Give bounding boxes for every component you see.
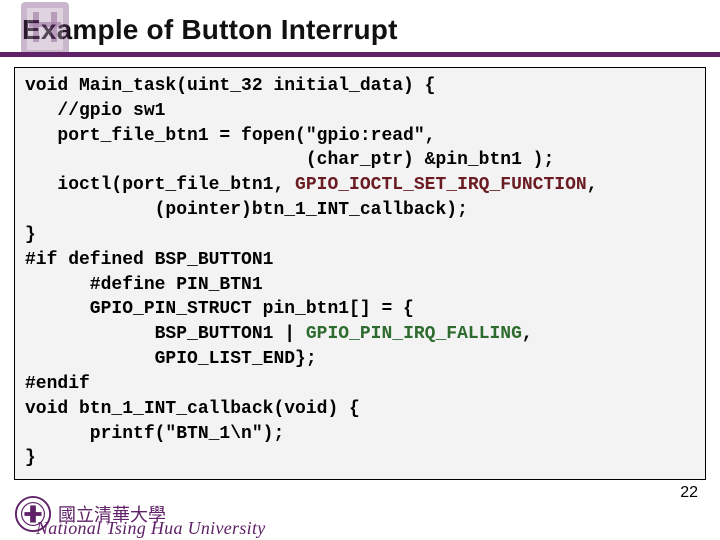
slide: Example of Button Interrupt void Main_ta… xyxy=(0,0,720,540)
code-line: BSP_BUTTON1 | xyxy=(25,324,306,344)
code-emphasis: GPIO_IOCTL_SET_IRQ_FUNCTION xyxy=(295,175,587,195)
code-line: } xyxy=(25,448,36,468)
code-line: //gpio sw1 xyxy=(25,101,165,121)
code-line: , xyxy=(522,324,533,344)
code-line: GPIO_LIST_END}; xyxy=(25,349,317,369)
logo-seal-icon xyxy=(15,0,75,60)
code-line: #endif xyxy=(25,374,90,394)
footer: 國立清華大學 National Tsing Hua University xyxy=(0,488,720,540)
code-line: void btn_1_INT_callback(void) { xyxy=(25,399,360,419)
code-constant: GPIO_PIN_IRQ_FALLING xyxy=(306,324,522,344)
code-line: } xyxy=(25,225,36,245)
code-block: void Main_task(uint_32 initial_data) { /… xyxy=(14,67,706,480)
footer-university-name-en: National Tsing Hua University xyxy=(36,490,266,539)
code-line: #define PIN_BTN1 xyxy=(25,275,263,295)
code-line: #if defined BSP_BUTTON1 xyxy=(25,250,273,270)
code-line: , xyxy=(587,175,598,195)
university-logo-watermark xyxy=(15,0,75,60)
code-line: port_file_btn1 = fopen("gpio:read", xyxy=(25,126,435,146)
code-line: void Main_task(uint_32 initial_data) { xyxy=(25,76,435,96)
code-line: (pointer)btn_1_INT_callback); xyxy=(25,200,468,220)
code-line: GPIO_PIN_STRUCT pin_btn1[] = { xyxy=(25,299,414,319)
slide-title: Example of Button Interrupt xyxy=(0,0,720,52)
code-line: ioctl(port_file_btn1, xyxy=(25,175,295,195)
code-line: (char_ptr) &pin_btn1 ); xyxy=(25,150,554,170)
title-underline xyxy=(0,52,720,57)
code-line: printf("BTN_1\n"); xyxy=(25,424,284,444)
